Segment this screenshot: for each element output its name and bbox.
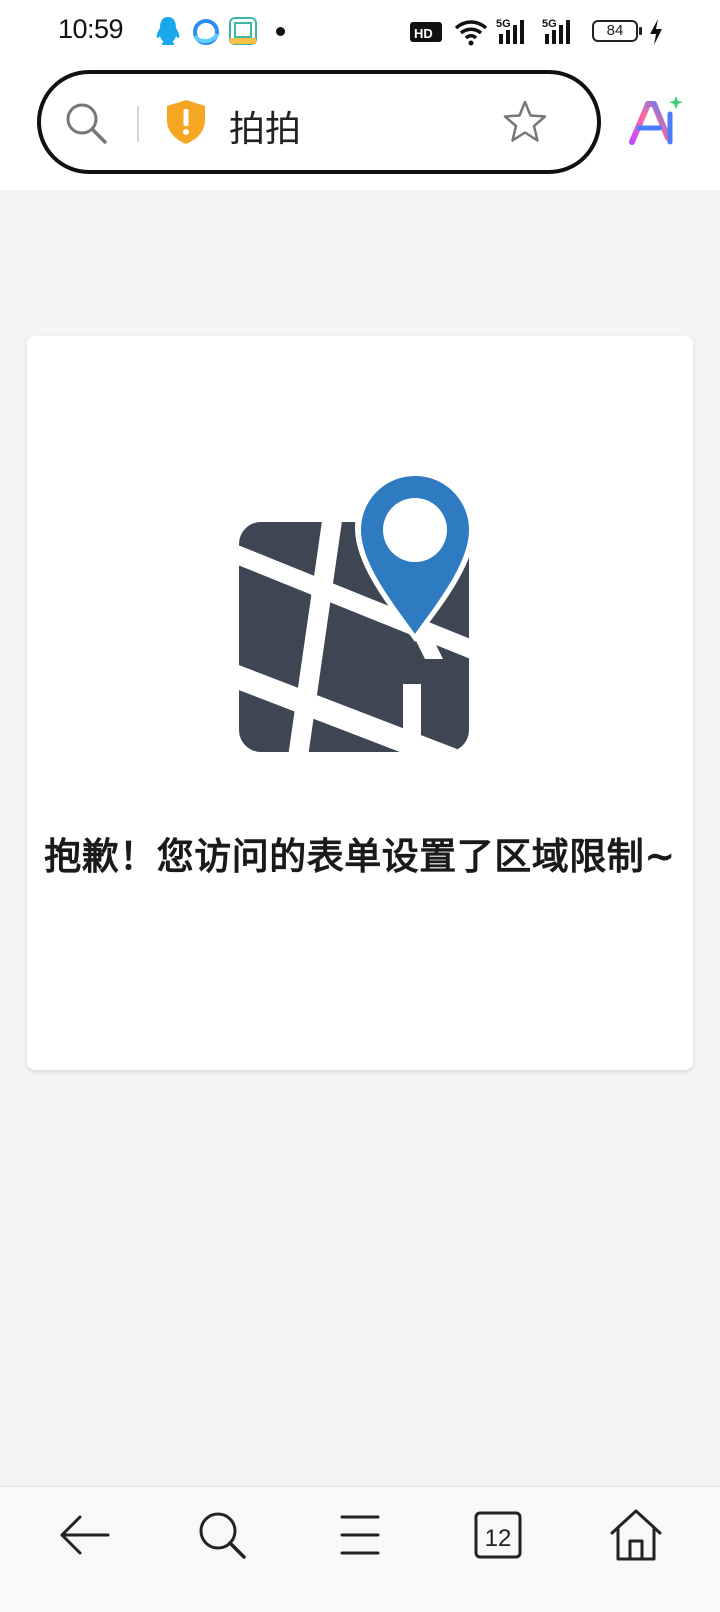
back-arrow-icon — [60, 1515, 110, 1555]
svg-text:HD: HD — [414, 26, 433, 41]
shield-warning-icon[interactable] — [165, 98, 207, 146]
home-icon — [610, 1509, 662, 1561]
menu-icon — [340, 1515, 380, 1555]
address-bar[interactable]: 拍拍 — [37, 70, 601, 174]
restriction-card: 抱歉！您访问的表单设置了区域限制~ — [27, 336, 693, 1070]
signal-icon-2: 5G — [542, 18, 570, 44]
address-divider — [137, 106, 139, 142]
search-icon[interactable] — [63, 100, 109, 146]
xianyu-app-icon — [229, 17, 257, 45]
map-pin-icon — [239, 468, 475, 752]
hd-icon: HD — [410, 22, 442, 42]
search-button[interactable] — [182, 1507, 262, 1571]
wifi-icon — [454, 20, 488, 46]
tabs-button[interactable]: 12 — [458, 1507, 538, 1571]
browser-toolbar: 拍拍 — [0, 64, 720, 190]
dot-indicator — [276, 27, 285, 36]
qq-icon — [156, 17, 180, 45]
ai-assistant-icon[interactable] — [626, 92, 684, 150]
tabs-count: 12 — [484, 1525, 512, 1552]
star-icon[interactable] — [501, 98, 549, 146]
battery-indicator: 84 — [592, 20, 642, 42]
charging-icon — [650, 19, 662, 45]
svg-text:5G: 5G — [542, 18, 557, 30]
bottom-navigation: 12 — [0, 1486, 720, 1612]
site-name: 拍拍 — [229, 109, 302, 150]
browser-icon — [193, 19, 219, 45]
svg-text:5G: 5G — [496, 18, 511, 30]
restriction-message: 抱歉！您访问的表单设置了区域限制~ — [44, 835, 676, 878]
status-time: 10:59 — [58, 14, 124, 44]
search-icon — [199, 1512, 246, 1559]
back-button[interactable] — [44, 1507, 124, 1571]
home-button[interactable] — [596, 1507, 676, 1571]
menu-button[interactable] — [320, 1507, 400, 1571]
status-bar: 10:59 HD 5G 5G 84 — [0, 0, 720, 64]
signal-icon-1: 5G — [496, 18, 524, 44]
